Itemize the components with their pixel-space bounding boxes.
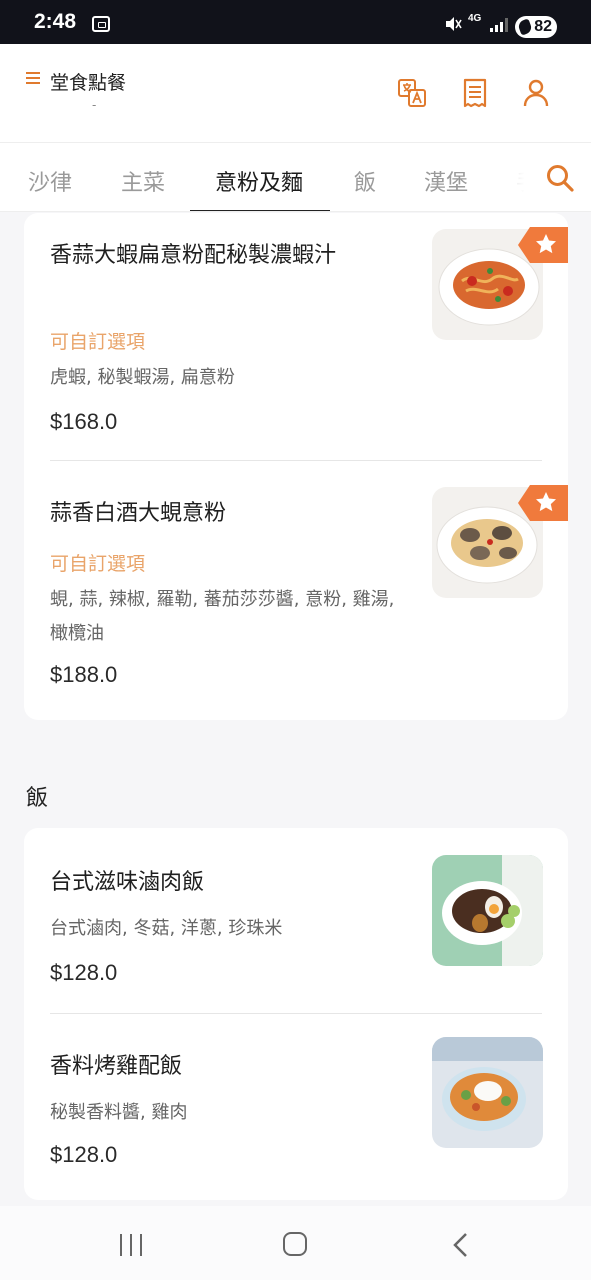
screenshot-icon: [92, 16, 110, 32]
pasta-card: 香蒜大蝦扁意粉配秘製濃蝦汁 可自訂選項 虎蝦, 秘製蝦湯, 扁意粉 $168.0…: [24, 213, 568, 720]
tab-main[interactable]: 主菜: [121, 165, 165, 197]
home-icon[interactable]: [283, 1232, 307, 1256]
tab-pasta-noodles[interactable]: 意粉及麵: [215, 165, 303, 197]
menu-item[interactable]: 香蒜大蝦扁意粉配秘製濃蝦汁 可自訂選項 虎蝦, 秘製蝦湯, 扁意粉 $168.0: [24, 213, 568, 461]
app-header: 堂食點餐 -: [0, 44, 591, 142]
item-description: 台式滷肉, 冬菇, 洋蔥, 珍珠米: [50, 918, 283, 939]
item-description: 虎蝦, 秘製蝦湯, 扁意粉: [50, 367, 235, 388]
active-tab-indicator: [190, 210, 330, 211]
item-option: 可自訂選項: [50, 331, 146, 353]
item-image: [432, 855, 543, 966]
item-name: 香蒜大蝦扁意粉配秘製濃蝦汁: [50, 243, 337, 268]
status-time: 2:48: [34, 10, 77, 33]
item-name: 台式滋味滷肉飯: [50, 870, 205, 895]
category-tabs: 沙律 主菜 意粉及麵 飯 漢堡 手: [0, 142, 591, 212]
item-option: 可自訂選項: [50, 553, 146, 575]
item-name: 香料烤雞配飯: [50, 1054, 183, 1079]
network-label: 4G: [468, 13, 482, 24]
favorite-badge-icon: [518, 227, 568, 263]
favorite-badge-icon: [518, 485, 568, 521]
menu-icon[interactable]: [26, 72, 40, 84]
item-price: $128.0: [50, 1142, 118, 1167]
item-price: $168.0: [50, 409, 118, 434]
signal-icon: [490, 18, 508, 32]
battery-indicator: 82: [515, 16, 557, 38]
item-name: 蒜香白酒大蜆意粉: [50, 501, 227, 526]
receipt-icon[interactable]: [460, 78, 490, 108]
menu-item[interactable]: 香料烤雞配飯 秘製香料醬, 雞肉 $128.0: [24, 1014, 568, 1200]
system-nav-bar: [0, 1206, 591, 1280]
status-bar: 2:48 4G 82: [0, 0, 591, 44]
item-image: [432, 1037, 543, 1148]
translate-icon[interactable]: [397, 78, 427, 108]
search-icon[interactable]: [545, 163, 575, 193]
tab-rice[interactable]: 飯: [354, 165, 376, 197]
item-price: $128.0: [50, 960, 118, 985]
tab-salad[interactable]: 沙律: [28, 165, 72, 197]
user-icon[interactable]: [521, 78, 551, 108]
mute-icon: [446, 17, 462, 31]
tab-burger[interactable]: 漢堡: [424, 165, 468, 197]
page-title[interactable]: 堂食點餐: [50, 68, 126, 95]
back-icon[interactable]: [450, 1232, 472, 1258]
item-description: 蜆, 蒜, 辣椒, 羅勒, 蕃茄莎莎醬, 意粉, 雞湯, 橄欖油: [50, 589, 395, 644]
page-subtitle: -: [92, 98, 97, 112]
section-title: 飯: [26, 786, 49, 811]
item-description: 秘製香料醬, 雞肉: [50, 1102, 188, 1123]
item-price: $188.0: [50, 662, 118, 687]
recent-apps-icon[interactable]: [118, 1234, 144, 1256]
menu-item[interactable]: 蒜香白酒大蜆意粉 可自訂選項 蜆, 蒜, 辣椒, 羅勒, 蕃茄莎莎醬, 意粉, …: [24, 461, 568, 720]
menu-item[interactable]: 台式滋味滷肉飯 台式滷肉, 冬菇, 洋蔥, 珍珠米 $128.0: [24, 828, 568, 1014]
rice-card: 台式滋味滷肉飯 台式滷肉, 冬菇, 洋蔥, 珍珠米 $128.0 香料烤雞配飯 …: [24, 828, 568, 1200]
